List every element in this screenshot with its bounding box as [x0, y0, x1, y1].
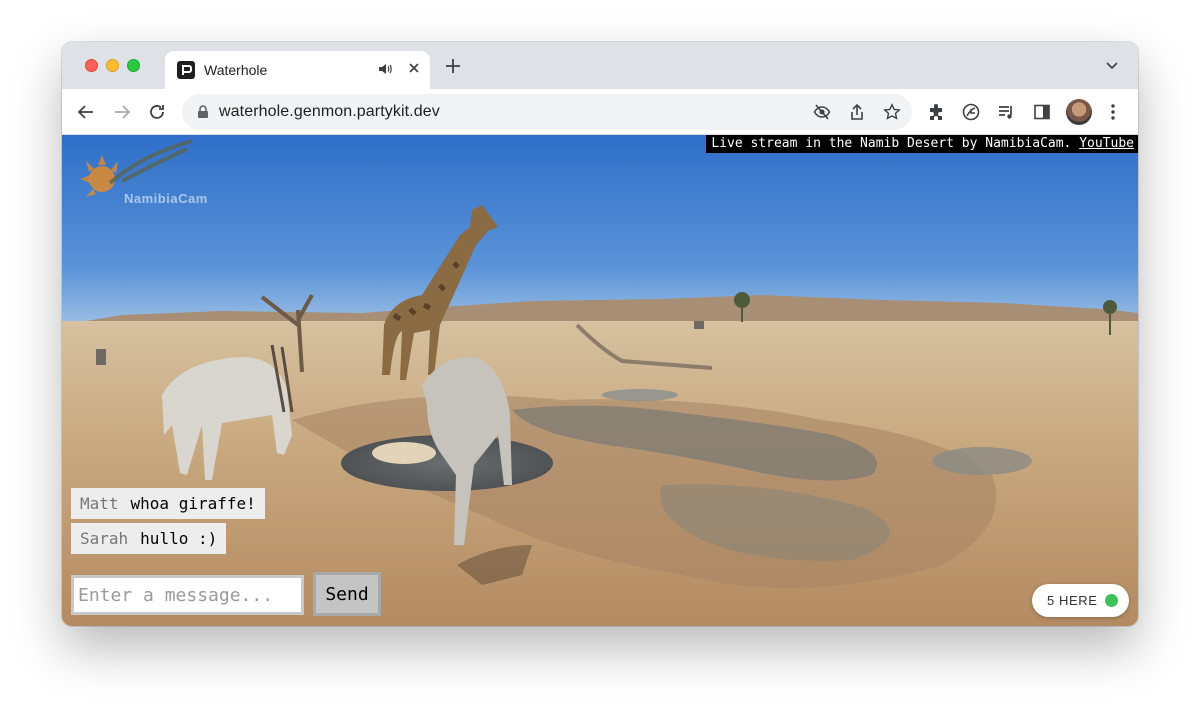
eye-off-icon[interactable]	[813, 103, 831, 121]
presence-count: 5 HERE	[1047, 593, 1098, 608]
partykit-favicon-icon	[177, 61, 195, 79]
back-arrow-icon[interactable]	[76, 102, 96, 122]
share-icon[interactable]	[848, 103, 866, 121]
minimize-window-button[interactable]	[106, 59, 119, 72]
namibiacam-watermark: NamibiaCam	[124, 191, 208, 206]
tab-waterhole[interactable]: Waterhole	[165, 51, 430, 89]
tab-strip: Waterhole	[62, 42, 1138, 89]
profile-avatar[interactable]	[1066, 99, 1092, 125]
url-text[interactable]: waterhole.genmon.partykit.dev	[219, 103, 440, 121]
online-status-dot	[1105, 594, 1118, 607]
chat-message: Sarah hullo :)	[71, 523, 227, 554]
lock-icon[interactable]	[196, 105, 210, 119]
extensions-icon[interactable]	[926, 102, 946, 122]
waterhole-page: NamibiaCam Live stream in the Namib Dese…	[62, 135, 1138, 626]
browser-toolbar: waterhole.genmon.partykit.dev	[62, 89, 1138, 135]
more-vertical-icon[interactable]	[1103, 102, 1123, 122]
send-button[interactable]: Send	[313, 572, 381, 616]
message-input[interactable]	[71, 575, 304, 615]
chat-text: hullo :)	[140, 529, 218, 548]
chevron-down-icon[interactable]	[1104, 60, 1120, 72]
star-icon[interactable]	[883, 103, 901, 121]
side-panel-icon[interactable]	[1032, 102, 1052, 122]
reading-list-icon[interactable]	[996, 102, 1016, 122]
reload-icon[interactable]	[147, 102, 167, 122]
forward-arrow-icon[interactable]	[112, 102, 132, 122]
credit-text: Live stream in the Namib Desert by Namib…	[711, 136, 1072, 151]
chat-text: whoa giraffe!	[130, 494, 256, 513]
chat-message: Matt whoa giraffe!	[71, 488, 265, 519]
stream-credit: Live stream in the Namib Desert by Namib…	[706, 135, 1138, 153]
address-bar[interactable]: waterhole.genmon.partykit.dev	[182, 94, 912, 130]
speaker-icon[interactable]	[377, 61, 393, 77]
maximize-window-button[interactable]	[127, 59, 140, 72]
browser-window: Waterhole waterhole.genmon.partykit.dev …	[62, 42, 1138, 626]
youtube-link[interactable]: YouTube	[1079, 136, 1134, 151]
new-tab-plus-icon[interactable]	[444, 57, 462, 75]
presence-badge: 5 HERE	[1032, 584, 1129, 617]
close-tab-icon[interactable]	[405, 59, 423, 77]
leaf-icon[interactable]	[961, 102, 981, 122]
chat-author: Matt	[80, 494, 119, 513]
close-window-button[interactable]	[85, 59, 98, 72]
tab-title: Waterhole	[204, 62, 268, 78]
chat-author: Sarah	[80, 529, 129, 548]
